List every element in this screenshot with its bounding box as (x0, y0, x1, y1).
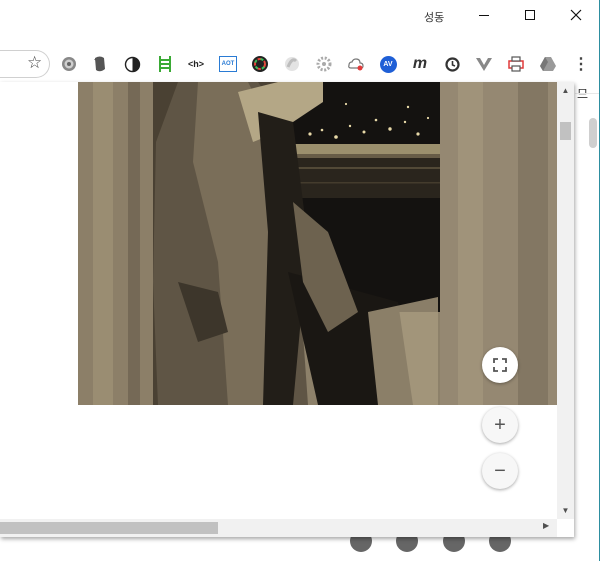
maximize-icon (525, 10, 535, 20)
page-tab-fragment[interactable]: 므 (575, 82, 599, 112)
aot-label: AOT (219, 56, 237, 72)
m-label: m (412, 55, 428, 72)
fullscreen-icon (493, 358, 507, 372)
ladder-icon[interactable] (155, 54, 175, 74)
evernote-icon[interactable] (90, 54, 110, 74)
ghost-icon[interactable] (282, 54, 302, 74)
maximize-button[interactable] (507, 0, 553, 30)
menu-dots-icon[interactable]: ⋮ (571, 54, 591, 74)
cloud-ext-icon[interactable] (346, 54, 366, 74)
page-scrollbar-thumb[interactable] (589, 118, 597, 148)
av-label: AV (379, 55, 397, 73)
h-tag-icon[interactable]: <h> (186, 54, 206, 74)
close-icon (570, 9, 582, 21)
browser-toolbar: ☆ <h> AOT AV m ⋮ (0, 48, 599, 82)
popup-horizontal-scrollbar[interactable]: ▶ (0, 519, 557, 537)
fullscreen-button[interactable] (482, 347, 518, 383)
sync-icon[interactable] (442, 54, 462, 74)
address-bar[interactable]: ☆ (0, 50, 50, 78)
scroll-right-arrow-icon[interactable]: ▶ (543, 521, 549, 530)
close-button[interactable] (553, 0, 599, 30)
h-tag-label: <h> (187, 59, 204, 69)
image-viewer-popup: ▲ ▼ ▶ + − (0, 82, 574, 537)
avg-icon[interactable]: AV (378, 54, 398, 74)
horizontal-scroll-thumb[interactable] (0, 522, 218, 534)
minimize-button[interactable] (461, 0, 507, 30)
scroll-up-arrow-icon[interactable]: ▲ (557, 86, 574, 95)
zoom-in-icon: + (494, 413, 506, 436)
settings-ext-icon[interactable] (314, 54, 334, 74)
minimize-icon (479, 14, 489, 16)
zoom-out-icon: − (494, 459, 506, 482)
contrast-icon[interactable] (122, 54, 142, 74)
gear-ext-icon[interactable] (59, 54, 79, 74)
colorpicker-icon[interactable] (250, 54, 270, 74)
printer-icon[interactable] (506, 54, 526, 74)
vertical-scroll-thumb[interactable] (560, 122, 571, 140)
scroll-down-arrow-icon[interactable]: ▼ (557, 506, 574, 515)
browser-window: 성동 ☆ <h> AOT AV m ⋮ 므 ▲ ▼ ▶ + − (0, 0, 600, 561)
page-divider (575, 93, 599, 94)
vue-icon[interactable] (474, 54, 494, 74)
zoom-in-button[interactable]: + (482, 407, 518, 443)
bookmark-star-icon[interactable]: ☆ (27, 53, 42, 73)
popup-vertical-scrollbar[interactable]: ▲ ▼ (557, 82, 574, 519)
title-bar: 성동 (0, 0, 599, 32)
zoom-out-button[interactable]: − (482, 453, 518, 489)
profile-name[interactable]: 성동 (424, 9, 444, 25)
drive-icon[interactable] (538, 54, 558, 74)
m-ext-icon[interactable]: m (410, 54, 430, 74)
adblock-icon[interactable]: AOT (218, 54, 238, 74)
